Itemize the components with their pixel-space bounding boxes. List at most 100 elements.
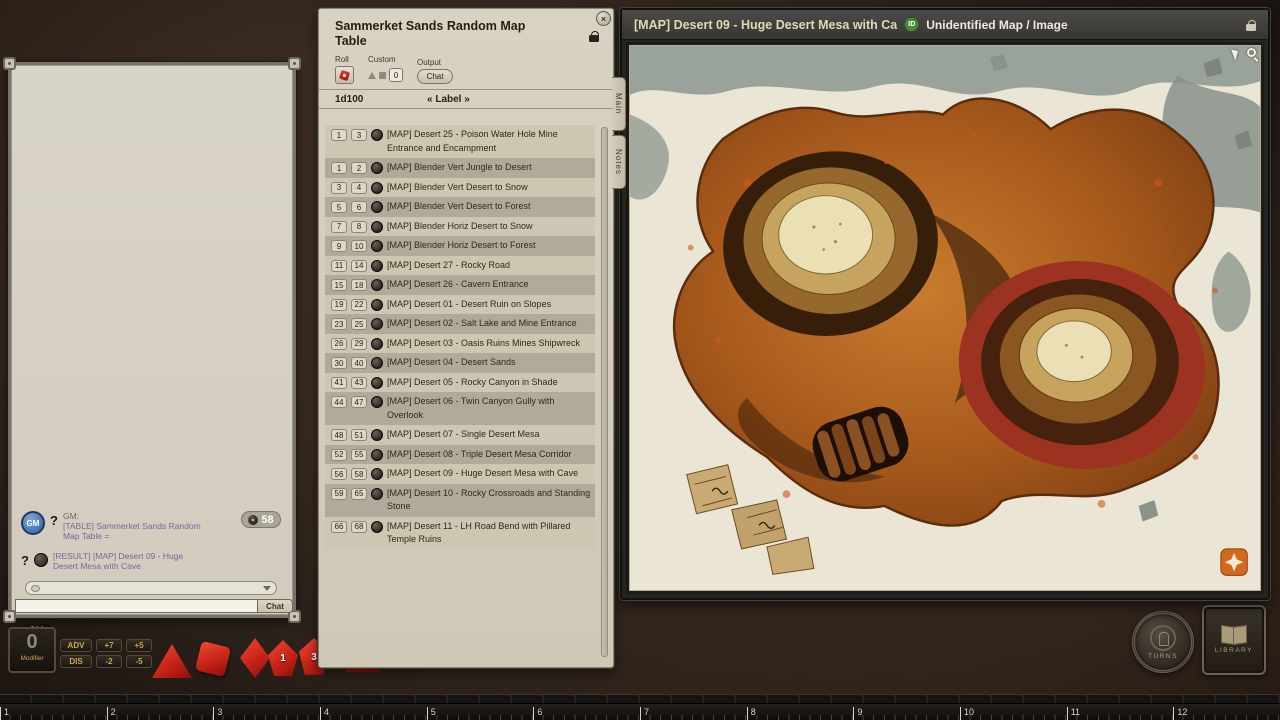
table-row[interactable]: 15 18 [MAP] Desert 26 - Cavern Entrance bbox=[325, 275, 595, 295]
roll-die-icon[interactable] bbox=[371, 129, 383, 141]
roll-die-icon[interactable] bbox=[371, 357, 383, 369]
library-button[interactable]: LIBRARY bbox=[1202, 605, 1266, 675]
range-from[interactable]: 3 bbox=[331, 182, 347, 194]
d10-die[interactable]: 1 bbox=[268, 640, 298, 676]
table-row[interactable]: 34 [MAP] Blender Vert Desert to Snow bbox=[325, 178, 595, 198]
zoom-icon[interactable] bbox=[1247, 48, 1256, 57]
table-entry-label[interactable]: [MAP] Blender Horiz Desert to Forest bbox=[387, 239, 536, 253]
custom-die-icon[interactable] bbox=[379, 72, 386, 79]
table-entry-label[interactable]: [MAP] Desert 05 - Rocky Canyon in Shade bbox=[387, 376, 558, 390]
advantage-button[interactable]: ADV bbox=[60, 639, 92, 652]
output-mode-button[interactable]: Chat bbox=[417, 69, 453, 84]
table-entry-label[interactable]: [MAP] Desert 09 - Huge Desert Mesa with … bbox=[387, 467, 578, 481]
range-from[interactable]: 15 bbox=[331, 279, 347, 291]
table-row[interactable]: 5965[MAP] Desert 10 - Rocky Crossroads a… bbox=[325, 484, 595, 517]
hotkey-slot[interactable]: 7 bbox=[640, 704, 747, 720]
hotkey-slot[interactable]: 4 bbox=[320, 704, 427, 720]
table-entry-label[interactable]: [MAP] Desert 27 - Rocky Road bbox=[387, 259, 510, 273]
table-row[interactable]: 13[MAP] Desert 25 - Poison Water Hole Mi… bbox=[325, 125, 595, 158]
tab-notes[interactable]: Notes bbox=[612, 135, 626, 189]
lock-icon[interactable] bbox=[1246, 20, 1256, 30]
range-from[interactable]: 19 bbox=[331, 299, 347, 311]
range-to[interactable]: 8 bbox=[351, 221, 367, 233]
chat-input[interactable] bbox=[15, 599, 257, 613]
table-row[interactable]: 1922[MAP] Desert 01 - Desert Ruin on Slo… bbox=[325, 295, 595, 315]
range-to[interactable]: 4 bbox=[351, 182, 367, 194]
roll-die-icon[interactable] bbox=[371, 377, 383, 389]
custom-count-field[interactable]: 0 bbox=[389, 68, 403, 82]
range-from[interactable]: 11 bbox=[331, 260, 347, 272]
table-row[interactable]: 78[MAP] Blender Horiz Desert to Snow bbox=[325, 217, 595, 237]
roll-die-icon[interactable] bbox=[371, 521, 383, 533]
table-row[interactable]: 12[MAP] Blender Vert Jungle to Desert bbox=[325, 158, 595, 178]
table-entry-label[interactable]: [MAP] Blender Vert Desert to Snow bbox=[387, 181, 528, 195]
desert-map-art[interactable] bbox=[629, 45, 1261, 591]
range-to[interactable]: 68 bbox=[351, 521, 367, 533]
roll-die-icon[interactable] bbox=[371, 201, 383, 213]
tab-main[interactable]: Main bbox=[612, 77, 626, 131]
table-row[interactable]: 3040[MAP] Desert 04 - Desert Sands bbox=[325, 353, 595, 373]
scrollbar[interactable] bbox=[601, 127, 608, 657]
roll-result-badge[interactable]: 58 bbox=[241, 511, 281, 528]
range-from[interactable]: 56 bbox=[331, 468, 347, 480]
table-entry-label[interactable]: [MAP] Desert 01 - Desert Ruin on Slopes bbox=[387, 298, 551, 312]
table-entry-label[interactable]: [MAP] Desert 08 - Triple Desert Mesa Cor… bbox=[387, 448, 572, 462]
range-to[interactable]: 51 bbox=[351, 429, 367, 441]
table-row[interactable]: 910[MAP] Blender Horiz Desert to Forest bbox=[325, 236, 595, 256]
table-entry-label[interactable]: [MAP] Desert 25 - Poison Water Hole Mine… bbox=[387, 128, 591, 155]
range-from[interactable]: 1 bbox=[331, 129, 347, 141]
range-to[interactable]: 18 bbox=[351, 279, 367, 291]
map-canvas[interactable] bbox=[626, 42, 1264, 594]
table-row[interactable]: 11 14 [MAP] Desert 27 - Rocky Road bbox=[325, 256, 595, 276]
custom-die-icon[interactable] bbox=[368, 72, 376, 79]
roll-die-icon[interactable] bbox=[371, 240, 383, 252]
hotkey-slot[interactable]: 11 bbox=[1067, 704, 1174, 720]
roll-die-icon[interactable] bbox=[371, 260, 383, 272]
range-from[interactable]: 23 bbox=[331, 318, 347, 330]
range-to[interactable]: 14 bbox=[351, 260, 367, 272]
roll-die-icon[interactable] bbox=[371, 279, 383, 291]
roll-die-icon[interactable] bbox=[371, 162, 383, 174]
range-from[interactable]: 7 bbox=[331, 221, 347, 233]
table-row[interactable]: 6668[MAP] Desert 11 - LH Road Bend with … bbox=[325, 517, 595, 550]
chat-tab-button[interactable]: Chat bbox=[257, 599, 293, 613]
table-row[interactable]: 48 51 [MAP] Desert 07 - Single Desert Mesa bbox=[325, 425, 595, 445]
pointer-icon[interactable] bbox=[1231, 47, 1241, 60]
range-from[interactable]: 9 bbox=[331, 240, 347, 252]
modifier-preset-button[interactable]: +7 bbox=[96, 639, 122, 652]
range-to[interactable]: 65 bbox=[351, 488, 367, 500]
roll-die-icon[interactable] bbox=[371, 182, 383, 194]
range-to[interactable]: 2 bbox=[351, 162, 367, 174]
hotkey-slot[interactable]: 6 bbox=[533, 704, 640, 720]
roll-die-icon[interactable] bbox=[371, 488, 383, 500]
range-to[interactable]: 29 bbox=[351, 338, 367, 350]
range-from[interactable]: 1 bbox=[331, 162, 347, 174]
table-row[interactable]: 5255[MAP] Desert 08 - Triple Desert Mesa… bbox=[325, 445, 595, 465]
hotkey-slot[interactable]: 5 bbox=[427, 704, 534, 720]
table-entry-label[interactable]: [MAP] Blender Vert Desert to Forest bbox=[387, 200, 531, 214]
modifier-preset-button[interactable]: -5 bbox=[126, 655, 152, 668]
range-to[interactable]: 55 bbox=[351, 449, 367, 461]
roll-die-icon[interactable] bbox=[371, 318, 383, 330]
table-entry-label[interactable]: [MAP] Desert 26 - Cavern Entrance bbox=[387, 278, 529, 292]
range-from[interactable]: 44 bbox=[331, 396, 347, 408]
hotkey-slot[interactable]: 1 bbox=[0, 704, 107, 720]
range-from[interactable]: 48 bbox=[331, 429, 347, 441]
table-entry-label[interactable]: [MAP] Desert 04 - Desert Sands bbox=[387, 356, 516, 370]
range-to[interactable]: 58 bbox=[351, 468, 367, 480]
roll-die-icon[interactable] bbox=[371, 338, 383, 350]
table-entry-label[interactable]: [MAP] Desert 07 - Single Desert Mesa bbox=[387, 428, 540, 442]
range-from[interactable]: 26 bbox=[331, 338, 347, 350]
modifier-preset-button[interactable]: +5 bbox=[126, 639, 152, 652]
table-entry-label[interactable]: [MAP] Desert 03 - Oasis Ruins Mines Ship… bbox=[387, 337, 580, 351]
roll-die-icon[interactable] bbox=[371, 429, 383, 441]
d8-die[interactable] bbox=[240, 638, 270, 678]
hotkey-slot[interactable]: 2 bbox=[107, 704, 214, 720]
table-entry-label[interactable]: [MAP] Desert 02 - Salt Lake and Mine Ent… bbox=[387, 317, 577, 331]
range-from[interactable]: 30 bbox=[331, 357, 347, 369]
roll-die-icon[interactable] bbox=[371, 468, 383, 480]
modifier-box[interactable]: 0 Modifier bbox=[8, 627, 56, 673]
d6-die[interactable] bbox=[195, 641, 231, 677]
hotkey-slot[interactable]: 8 bbox=[747, 704, 854, 720]
table-entry-label[interactable]: [MAP] Desert 10 - Rocky Crossroads and S… bbox=[387, 487, 591, 514]
